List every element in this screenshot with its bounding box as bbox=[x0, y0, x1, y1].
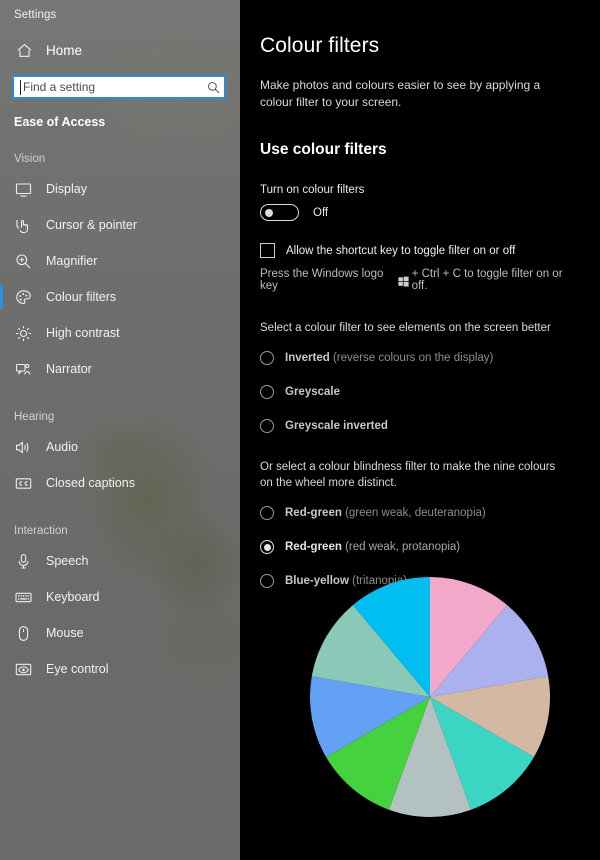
sidebar-group-interaction-label: Interaction bbox=[14, 525, 68, 537]
radio-greyscale-label-bold: Greyscale bbox=[285, 386, 340, 398]
radio-greyscale[interactable]: Greyscale bbox=[260, 385, 570, 399]
search-icon[interactable] bbox=[205, 81, 225, 94]
page-title: Colour filters bbox=[260, 34, 380, 57]
narrator-icon bbox=[14, 360, 32, 378]
search-container: Find a setting bbox=[0, 65, 240, 99]
radio-inverted-label: Inverted (reverse colours on the display… bbox=[285, 352, 493, 364]
shortcut-hint: Press the Windows logo key + Ctrl + C to… bbox=[260, 268, 570, 292]
radio-tritanopia-indicator[interactable] bbox=[260, 574, 274, 588]
toggle-knob bbox=[265, 208, 273, 217]
search-input[interactable]: Find a setting bbox=[12, 75, 226, 99]
colour-filters-toggle[interactable] bbox=[260, 204, 299, 221]
sidebar-page-heading: Ease of Access bbox=[14, 115, 106, 129]
radio-protanopia-label-bold: Red-green bbox=[285, 541, 342, 553]
sidebar-item-eye-control-label: Eye control bbox=[46, 662, 109, 676]
toggle-label: Turn on colour filters bbox=[260, 184, 365, 196]
sidebar-item-cursor-pointer-label: Cursor & pointer bbox=[46, 218, 138, 232]
sidebar-item-closed-captions[interactable]: Closed captions bbox=[0, 465, 240, 501]
text-caret bbox=[20, 80, 21, 95]
sidebar-item-magnifier-label: Magnifier bbox=[46, 254, 98, 268]
radio-inverted[interactable]: Inverted (reverse colours on the display… bbox=[260, 351, 570, 365]
radio-deuteranopia-label-rest: (green weak, deuteranopia) bbox=[345, 507, 486, 519]
sidebar-group-vision-label: Vision bbox=[14, 153, 46, 165]
sidebar-item-colour-filters[interactable]: Colour filters bbox=[0, 279, 240, 315]
colour-wheel-svg bbox=[310, 577, 550, 817]
toggle-state-label: Off bbox=[313, 206, 329, 219]
shortcut-checkbox[interactable] bbox=[260, 243, 275, 258]
radio-deuteranopia-label-bold: Red-green bbox=[285, 507, 342, 519]
shortcut-checkbox-label: Allow the shortcut key to toggle filter … bbox=[286, 244, 516, 257]
monitor-icon bbox=[14, 180, 32, 198]
sidebar-item-narrator[interactable]: Narrator bbox=[0, 351, 240, 387]
sidebar-item-mouse[interactable]: Mouse bbox=[0, 615, 240, 651]
sidebar-item-cursor-pointer[interactable]: Cursor & pointer bbox=[0, 207, 240, 243]
toggle-row: Off bbox=[260, 204, 570, 221]
audio-icon bbox=[14, 438, 32, 456]
shortcut-checkbox-row[interactable]: Allow the shortcut key to toggle filter … bbox=[260, 243, 570, 258]
sidebar-item-high-contrast-label: High contrast bbox=[46, 326, 120, 340]
sidebar-item-high-contrast[interactable]: High contrast bbox=[0, 315, 240, 351]
radio-inverted-label-bold: Inverted bbox=[285, 352, 330, 364]
closed-captions-icon bbox=[14, 474, 32, 492]
microphone-icon bbox=[14, 552, 32, 570]
high-contrast-icon bbox=[14, 324, 32, 342]
sidebar-item-eye-control[interactable]: Eye control bbox=[0, 651, 240, 687]
sidebar-item-colour-filters-label: Colour filters bbox=[46, 290, 117, 304]
sidebar-item-speech[interactable]: Speech bbox=[0, 543, 240, 579]
filter-prompt: Select a colour filter to see elements o… bbox=[260, 322, 551, 334]
radio-protanopia-label: Red-green (red weak, protanopia) bbox=[285, 541, 460, 553]
shortcut-hint-after: + Ctrl + C to toggle filter on or off. bbox=[411, 268, 563, 292]
radio-inverted-label-rest: (reverse colours on the display) bbox=[332, 352, 494, 364]
sidebar: Settings Home Find a setting Ease of Acc… bbox=[0, 0, 240, 860]
mouse-icon bbox=[14, 624, 32, 642]
sidebar-item-home-label: Home bbox=[46, 42, 83, 58]
radio-deuteranopia-indicator[interactable] bbox=[260, 506, 274, 520]
radio-protanopia-indicator[interactable] bbox=[260, 540, 274, 554]
radio-protanopia-label-rest: (red weak, protanopia) bbox=[345, 541, 461, 553]
section-title-use-colour-filters: Use colour filters bbox=[260, 141, 387, 158]
cursor-pointer-icon bbox=[14, 216, 32, 234]
eye-control-icon bbox=[14, 660, 32, 678]
blindness-prompt: Or select a colour blindness filter to m… bbox=[260, 461, 556, 489]
sidebar-group-hearing-label: Hearing bbox=[14, 411, 55, 423]
radio-greyscale-indicator[interactable] bbox=[260, 385, 274, 399]
radio-deuteranopia[interactable]: Red-green (green weak, deuteranopia) bbox=[260, 506, 570, 520]
sidebar-item-display[interactable]: Display bbox=[0, 171, 240, 207]
main-content: Colour filters Make photos and colours e… bbox=[240, 0, 600, 860]
app-title: Settings bbox=[14, 9, 57, 21]
sidebar-item-display-label: Display bbox=[46, 182, 87, 196]
radio-greyscale-label: Greyscale bbox=[285, 386, 340, 398]
magnifier-icon bbox=[14, 252, 32, 270]
sidebar-item-mouse-label: Mouse bbox=[46, 626, 84, 640]
sidebar-item-magnifier[interactable]: Magnifier bbox=[0, 243, 240, 279]
sidebar-item-home[interactable]: Home bbox=[0, 35, 240, 65]
colour-wheel bbox=[310, 577, 550, 817]
radio-greyscale-inverted-label-bold: Greyscale inverted bbox=[285, 420, 388, 432]
sidebar-item-keyboard[interactable]: Keyboard bbox=[0, 579, 240, 615]
sidebar-item-closed-captions-label: Closed captions bbox=[46, 476, 135, 490]
radio-inverted-indicator[interactable] bbox=[260, 351, 274, 365]
radio-protanopia[interactable]: Red-green (red weak, protanopia) bbox=[260, 540, 570, 554]
shortcut-hint-before: Press the Windows logo key bbox=[260, 268, 384, 292]
selection-accent-bar bbox=[0, 285, 3, 309]
sidebar-item-audio-label: Audio bbox=[46, 440, 78, 454]
radio-greyscale-inverted[interactable]: Greyscale inverted bbox=[260, 419, 570, 433]
sidebar-item-speech-label: Speech bbox=[46, 554, 89, 568]
radio-greyscale-inverted-label: Greyscale inverted bbox=[285, 420, 388, 432]
sidebar-item-audio[interactable]: Audio bbox=[0, 429, 240, 465]
keyboard-icon bbox=[14, 588, 32, 606]
radio-deuteranopia-label: Red-green (green weak, deuteranopia) bbox=[285, 507, 486, 519]
radio-greyscale-inverted-indicator[interactable] bbox=[260, 419, 274, 433]
sidebar-item-narrator-label: Narrator bbox=[46, 362, 92, 376]
sidebar-item-keyboard-label: Keyboard bbox=[46, 590, 100, 604]
colour-filters-icon bbox=[14, 288, 32, 306]
home-icon bbox=[14, 40, 34, 60]
page-description: Make photos and colours easier to see by… bbox=[260, 78, 541, 109]
search-placeholder: Find a setting bbox=[23, 80, 96, 94]
settings-window: Settings Home Find a setting Ease of Acc… bbox=[0, 0, 600, 860]
windows-logo-icon bbox=[398, 276, 409, 287]
